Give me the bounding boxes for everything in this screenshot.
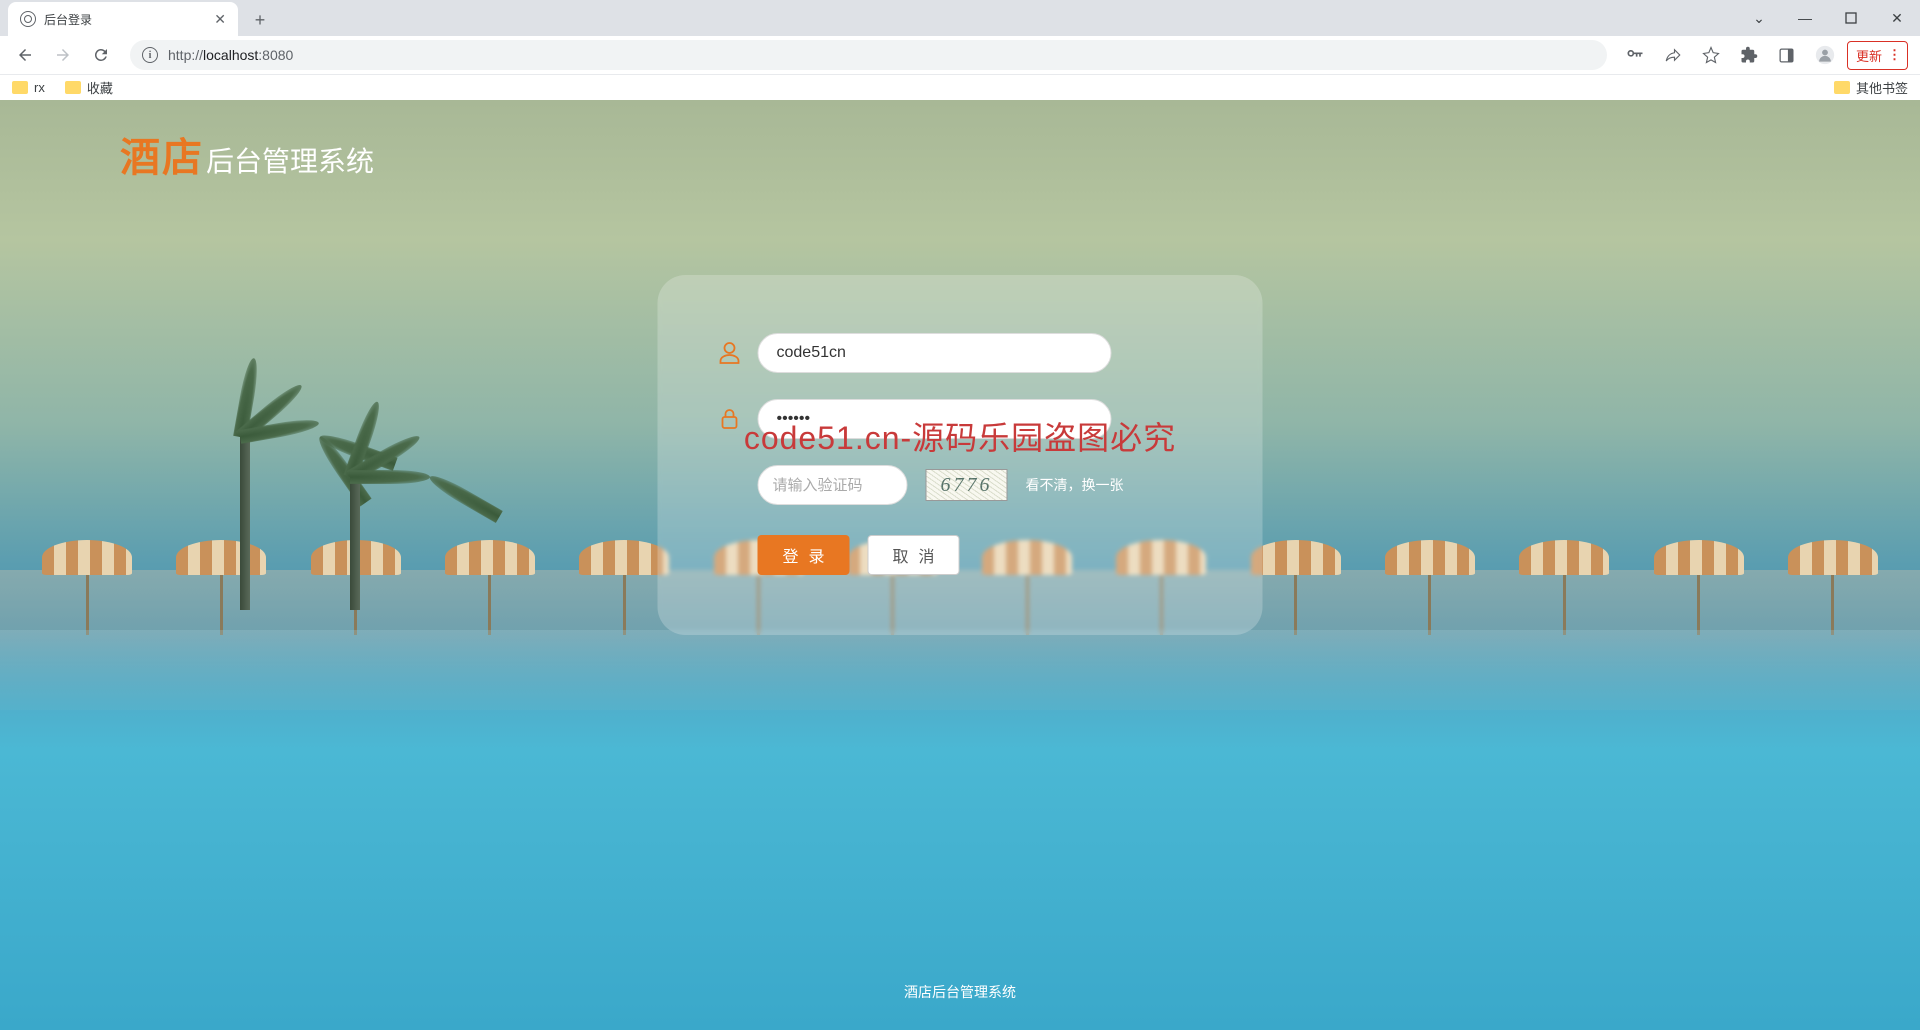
captcha-input[interactable] [758, 465, 908, 505]
logo-accent: 酒店 [120, 125, 204, 183]
folder-icon [65, 81, 81, 94]
captcha-refresh-link[interactable]: 看不清，换一张 [1026, 475, 1124, 495]
logo: 酒店 后台管理系统 [120, 125, 374, 183]
forward-button[interactable] [46, 40, 80, 70]
back-button[interactable] [8, 40, 42, 70]
tab-strip: 后台登录 ✕ + ⌄ — ✕ [0, 0, 1920, 36]
footer-text: 酒店后台管理系统 [904, 982, 1016, 1002]
username-input[interactable] [758, 333, 1112, 373]
folder-icon [12, 81, 28, 94]
watermark-text: code51.cn-源码乐园盗图必究 [744, 413, 1176, 459]
browser-chrome: 后台登录 ✕ + ⌄ — ✕ i http://localhost:8080 [0, 0, 1920, 100]
minimize-icon[interactable]: — [1782, 2, 1828, 34]
user-icon [718, 341, 742, 365]
profile-icon[interactable] [1809, 40, 1841, 70]
close-tab-icon[interactable]: ✕ [214, 11, 226, 28]
bookmarks-bar: rx 收藏 其他书签 [0, 74, 1920, 100]
side-panel-icon[interactable] [1771, 40, 1803, 70]
window-controls: ⌄ — ✕ [1736, 0, 1920, 36]
address-bar[interactable]: i http://localhost:8080 [130, 40, 1607, 70]
folder-icon [1834, 81, 1850, 94]
bookmark-rx[interactable]: rx [12, 80, 45, 95]
share-icon[interactable] [1657, 40, 1689, 70]
browser-tab[interactable]: 后台登录 ✕ [8, 2, 238, 36]
captcha-image[interactable]: 6776 [926, 469, 1008, 501]
key-icon[interactable] [1619, 40, 1651, 70]
caret-down-icon[interactable]: ⌄ [1736, 2, 1782, 34]
bookmark-favorites[interactable]: 收藏 [65, 78, 113, 97]
star-icon[interactable] [1695, 40, 1727, 70]
lock-icon [718, 407, 742, 431]
other-bookmarks[interactable]: 其他书签 [1834, 78, 1908, 97]
reload-button[interactable] [84, 40, 118, 70]
extensions-icon[interactable] [1733, 40, 1765, 70]
browser-toolbar: i http://localhost:8080 [0, 36, 1920, 74]
close-window-icon[interactable]: ✕ [1874, 2, 1920, 34]
globe-icon [20, 11, 36, 27]
logo-text: 后台管理系统 [206, 140, 374, 180]
site-info-icon[interactable]: i [142, 47, 158, 63]
page-content: 酒店 后台管理系统 6776 看不清，换一张 登录 取消 code51.cn-源… [0, 100, 1920, 1030]
cancel-button[interactable]: 取消 [868, 535, 960, 575]
tab-title: 后台登录 [44, 11, 92, 28]
url-text: http://localhost:8080 [168, 47, 293, 63]
login-button[interactable]: 登录 [758, 535, 850, 575]
new-tab-button[interactable]: + [246, 6, 274, 34]
maximize-icon[interactable] [1828, 2, 1874, 34]
update-button[interactable]: 更新 ⋮ [1847, 41, 1908, 70]
